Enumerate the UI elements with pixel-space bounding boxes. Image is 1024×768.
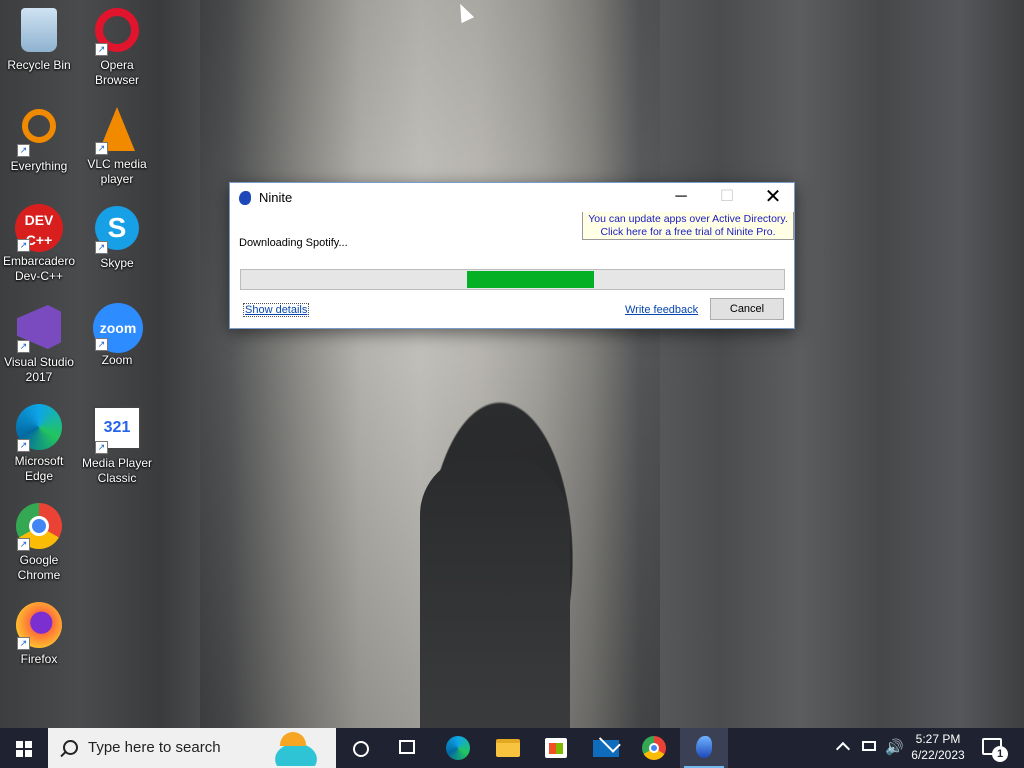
search-icon (63, 740, 78, 755)
desktop-icon-opera[interactable]: ↗ Opera Browser (79, 6, 155, 88)
zoom-icon: zoom ↗ (93, 303, 143, 353)
desktop-icon-label: Recycle Bin (7, 58, 71, 72)
desktop-icon-label: Microsoft Edge (14, 454, 64, 483)
desktop-icon-edge[interactable]: ↗ Microsoft Edge (1, 402, 77, 484)
folder-icon (496, 739, 520, 757)
devcpp-icon: DEV C++ ↗ (15, 204, 63, 252)
desktop-icon-label: VLC media player (87, 157, 147, 186)
notification-count-badge: 1 (992, 746, 1008, 762)
shortcut-arrow-icon: ↗ (95, 142, 108, 155)
mail-icon (593, 740, 619, 757)
everything-search-icon: ↗ (15, 109, 63, 157)
wallpaper-rock (420, 455, 570, 728)
edge-icon: ↗ (15, 404, 63, 452)
taskbar-ninite[interactable] (680, 728, 728, 768)
taskbar: Type here to search 🔊 5:27 PM 6/22/2023 … (0, 728, 1024, 768)
cortana-icon (353, 741, 369, 757)
visual-studio-icon: ↗ (15, 305, 63, 353)
shortcut-arrow-icon: ↗ (17, 637, 30, 650)
clock-date: 6/22/2023 (911, 748, 965, 762)
shortcut-arrow-icon: ↗ (95, 441, 108, 454)
taskbar-chrome[interactable] (630, 728, 678, 768)
shortcut-arrow-icon: ↗ (95, 241, 108, 254)
shortcut-arrow-icon: ↗ (95, 43, 108, 56)
desktop-icon-label: Opera Browser (94, 58, 139, 87)
desktop-icon-zoom[interactable]: zoom ↗ Zoom (79, 303, 155, 368)
windows-logo-icon (16, 741, 32, 757)
maximize-button: ☐ (719, 188, 735, 205)
clock[interactable]: 5:27 PM 6/22/2023 (906, 731, 970, 763)
progress-marquee-fill (467, 271, 594, 288)
volume-icon[interactable]: 🔊 (885, 738, 904, 756)
network-icon[interactable] (862, 741, 876, 751)
task-view-icon (399, 740, 415, 754)
desktop-icon-devcpp[interactable]: DEV C++ ↗ Embarcadero Dev-C++ (1, 204, 77, 284)
store-icon (545, 738, 567, 758)
taskbar-search-box[interactable]: Type here to search (48, 728, 336, 768)
edge-icon (446, 736, 470, 760)
ninite-pro-banner[interactable]: You can update apps over Active Director… (582, 212, 794, 240)
taskbar-mail[interactable] (582, 728, 630, 768)
desktop-icon-label: Google Chrome (17, 553, 61, 582)
ninite-app-icon (239, 191, 251, 205)
desktop-icon-label: Embarcadero Dev-C++ (2, 254, 76, 283)
opera-icon: ↗ (93, 8, 141, 56)
desktop-icon-media-player-classic[interactable]: 321 ↗ Media Player Classic (79, 402, 155, 486)
firefox-icon: ↗ (15, 602, 63, 650)
ninite-window: Ninite ─ ☐ ✕ You can update apps over Ac… (229, 182, 795, 329)
progress-bar (240, 269, 785, 290)
desktop-icon-label: Zoom (101, 353, 133, 367)
desktop-icon-visual-studio[interactable]: ↗ Visual Studio 2017 (1, 303, 77, 385)
cancel-button[interactable]: Cancel (710, 298, 784, 320)
recycle-bin-icon (15, 8, 63, 56)
desktop-icon-chrome[interactable]: ↗ Google Chrome (1, 501, 77, 583)
close-button[interactable]: ✕ (750, 183, 796, 213)
write-feedback-link[interactable]: Write feedback (625, 304, 698, 316)
minimize-button[interactable]: ─ (658, 183, 704, 213)
shortcut-arrow-icon: ↗ (17, 340, 30, 353)
taskbar-edge[interactable] (434, 728, 482, 768)
skype-icon: S ↗ (93, 206, 141, 254)
download-status: Downloading Spotify... (239, 237, 348, 249)
desktop-icon-label: Media Player Classic (81, 456, 153, 485)
desktop-icon-skype[interactable]: S ↗ Skype (79, 204, 155, 271)
desktop-icon-label: Everything (10, 159, 68, 173)
desktop-icon-everything[interactable]: ↗ Everything (1, 105, 77, 174)
shortcut-arrow-icon: ↗ (17, 439, 30, 452)
chrome-icon (642, 736, 666, 760)
start-button[interactable] (0, 728, 48, 768)
shortcut-arrow-icon: ↗ (17, 239, 30, 252)
shortcut-arrow-icon: ↗ (95, 338, 108, 351)
pro-banner-line-2: Click here for a free trial of Ninite Pr… (600, 226, 776, 238)
desktop-icon-firefox[interactable]: ↗ Firefox (1, 600, 77, 667)
desktop-icon-label: Skype (100, 256, 134, 270)
search-highlight-illustration (260, 732, 332, 766)
chrome-icon: ↗ (15, 503, 63, 551)
clock-time: 5:27 PM (915, 732, 961, 746)
vlc-icon: ↗ (93, 107, 141, 155)
taskbar-task-view[interactable] (384, 728, 432, 768)
shortcut-arrow-icon: ↗ (17, 144, 30, 157)
shortcut-arrow-icon: ↗ (17, 538, 30, 551)
taskbar-cortana[interactable] (336, 728, 384, 768)
show-hidden-icons-chevron-icon[interactable] (835, 741, 851, 757)
show-details-link[interactable]: Show details (243, 303, 310, 317)
ninite-icon (696, 736, 712, 758)
desktop-icon-recycle-bin[interactable]: Recycle Bin (1, 6, 77, 73)
desktop-icon-label: Visual Studio 2017 (4, 355, 74, 384)
taskbar-file-explorer[interactable] (484, 728, 532, 768)
window-title: Ninite (259, 190, 293, 205)
pro-banner-line-1: You can update apps over Active Director… (588, 213, 788, 225)
desktop-icon-label: Firefox (20, 652, 58, 666)
taskbar-microsoft-store[interactable] (532, 728, 580, 768)
mpc-icon: 321 ↗ (93, 406, 141, 454)
desktop-icon-vlc[interactable]: ↗ VLC media player (79, 105, 155, 187)
window-titlebar[interactable]: Ninite ─ ☐ ✕ (230, 183, 794, 213)
search-placeholder: Type here to search (88, 739, 221, 756)
desktop: Recycle Bin ↗ Everything DEV C++ ↗ Embarc… (0, 0, 1024, 728)
